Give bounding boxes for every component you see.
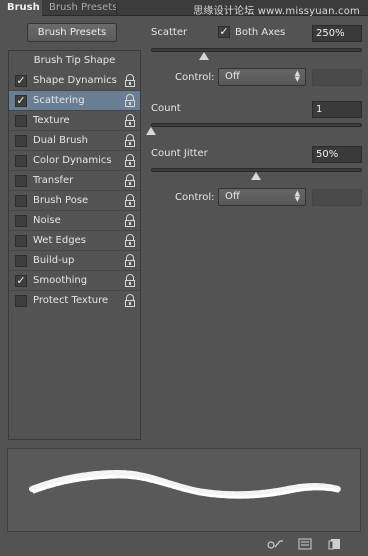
brush-settings-list: Brush Tip Shape ✓ Shape Dynamics ✓ Scatt… <box>8 50 141 440</box>
option-label: Scattering <box>33 95 85 106</box>
option-protect-texture[interactable]: Protect Texture <box>9 291 140 311</box>
option-label: Texture <box>33 115 70 126</box>
both-axes-label: Both Axes <box>235 27 286 38</box>
transfer-checkbox[interactable] <box>15 175 27 187</box>
option-label: Dual Brush <box>33 135 88 146</box>
count-label: Count <box>151 103 181 114</box>
dropdown-arrows-icon: ▲ ▼ <box>294 189 300 203</box>
count-jitter-slider-thumb[interactable] <box>251 172 261 180</box>
grid-icon[interactable] <box>298 538 312 550</box>
brush-stroke-preview <box>7 448 361 532</box>
lock-icon[interactable] <box>124 114 136 127</box>
tab-brush-presets[interactable]: Brush Presets <box>42 0 124 16</box>
lock-icon[interactable] <box>124 254 136 267</box>
color-dynamics-checkbox[interactable] <box>15 155 27 167</box>
smoothing-checkbox[interactable]: ✓ <box>15 275 27 287</box>
tab-divider <box>116 2 117 14</box>
scatter-slider-track[interactable] <box>151 48 362 52</box>
lock-icon[interactable] <box>124 174 136 187</box>
count-jitter-value-field[interactable]: 50% <box>312 146 362 163</box>
lock-icon[interactable] <box>124 214 136 227</box>
lock-icon[interactable] <box>124 134 136 147</box>
option-label: Build-up <box>33 255 75 266</box>
lock-icon[interactable] <box>124 94 136 107</box>
tab-brush[interactable]: Brush <box>0 0 42 16</box>
count-slider-thumb[interactable] <box>146 127 156 135</box>
option-transfer[interactable]: Transfer <box>9 171 140 191</box>
dual-brush-checkbox[interactable] <box>15 135 27 147</box>
control-2-disabled-field <box>312 189 362 206</box>
option-scattering[interactable]: ✓ Scattering <box>9 91 140 111</box>
option-label: Smoothing <box>33 275 88 286</box>
option-label: Brush Pose <box>33 195 89 206</box>
option-wet-edges[interactable]: Wet Edges <box>9 231 140 251</box>
control-dropdown-2-value: Off <box>225 191 240 202</box>
option-label: Protect Texture <box>33 295 109 306</box>
both-axes-checkbox[interactable]: ✓ <box>218 26 230 38</box>
texture-checkbox[interactable] <box>15 115 27 127</box>
scattering-checkbox[interactable]: ✓ <box>15 95 27 107</box>
build-up-checkbox[interactable] <box>15 255 27 267</box>
option-shape-dynamics[interactable]: ✓ Shape Dynamics <box>9 71 140 91</box>
lock-icon[interactable] <box>124 154 136 167</box>
brush-tip-shape-item[interactable]: Brush Tip Shape <box>9 55 140 66</box>
control-dropdown-2[interactable]: Off ▲ ▼ <box>218 188 306 206</box>
control-label-1: Control: <box>175 72 215 83</box>
count-value-field[interactable]: 1 <box>312 101 362 118</box>
option-label: Noise <box>33 215 61 226</box>
lock-icon[interactable] <box>124 234 136 247</box>
dropdown-arrows-icon: ▲ ▼ <box>294 69 300 83</box>
noise-checkbox[interactable] <box>15 215 27 227</box>
option-label: Color Dynamics <box>33 155 112 166</box>
panel-footer <box>0 533 368 556</box>
toggle-preview-icon[interactable] <box>265 538 285 550</box>
option-label: Shape Dynamics <box>33 75 117 86</box>
option-texture[interactable]: Texture <box>9 111 140 131</box>
protect-texture-checkbox[interactable] <box>15 295 27 307</box>
brush-pose-checkbox[interactable] <box>15 195 27 207</box>
stroke-preview-image <box>29 469 341 499</box>
option-color-dynamics[interactable]: Color Dynamics <box>9 151 140 171</box>
option-build-up[interactable]: Build-up <box>9 251 140 271</box>
count-slider-track[interactable] <box>151 123 362 127</box>
count-jitter-label: Count Jitter <box>151 148 208 159</box>
tab-bar: Brush Brush Presets 思缘设计论坛 www.missyuan.… <box>0 0 368 17</box>
option-dual-brush[interactable]: Dual Brush <box>9 131 140 151</box>
lock-icon[interactable] <box>124 74 136 87</box>
control-1-disabled-field <box>312 69 362 86</box>
lock-icon[interactable] <box>124 194 136 207</box>
lock-icon[interactable] <box>124 274 136 287</box>
lock-icon[interactable] <box>124 294 136 307</box>
option-smoothing[interactable]: ✓ Smoothing <box>9 271 140 291</box>
control-dropdown-1[interactable]: Off ▲ ▼ <box>218 68 306 86</box>
control-label-2: Control: <box>175 192 215 203</box>
scatter-slider-thumb[interactable] <box>199 52 209 60</box>
wet-edges-checkbox[interactable] <box>15 235 27 247</box>
watermark-text: 思缘设计论坛 www.missyuan.com <box>193 6 360 17</box>
option-label: Transfer <box>33 175 74 186</box>
new-preset-icon[interactable] <box>328 538 342 550</box>
option-label: Wet Edges <box>33 235 86 246</box>
option-brush-pose[interactable]: Brush Pose <box>9 191 140 211</box>
option-noise[interactable]: Noise <box>9 211 140 231</box>
scatter-label: Scatter <box>151 27 188 38</box>
brush-presets-button[interactable]: Brush Presets <box>27 23 117 42</box>
control-dropdown-1-value: Off <box>225 71 240 82</box>
scatter-value-field[interactable]: 250% <box>312 25 362 42</box>
shape-dynamics-checkbox[interactable]: ✓ <box>15 75 27 87</box>
